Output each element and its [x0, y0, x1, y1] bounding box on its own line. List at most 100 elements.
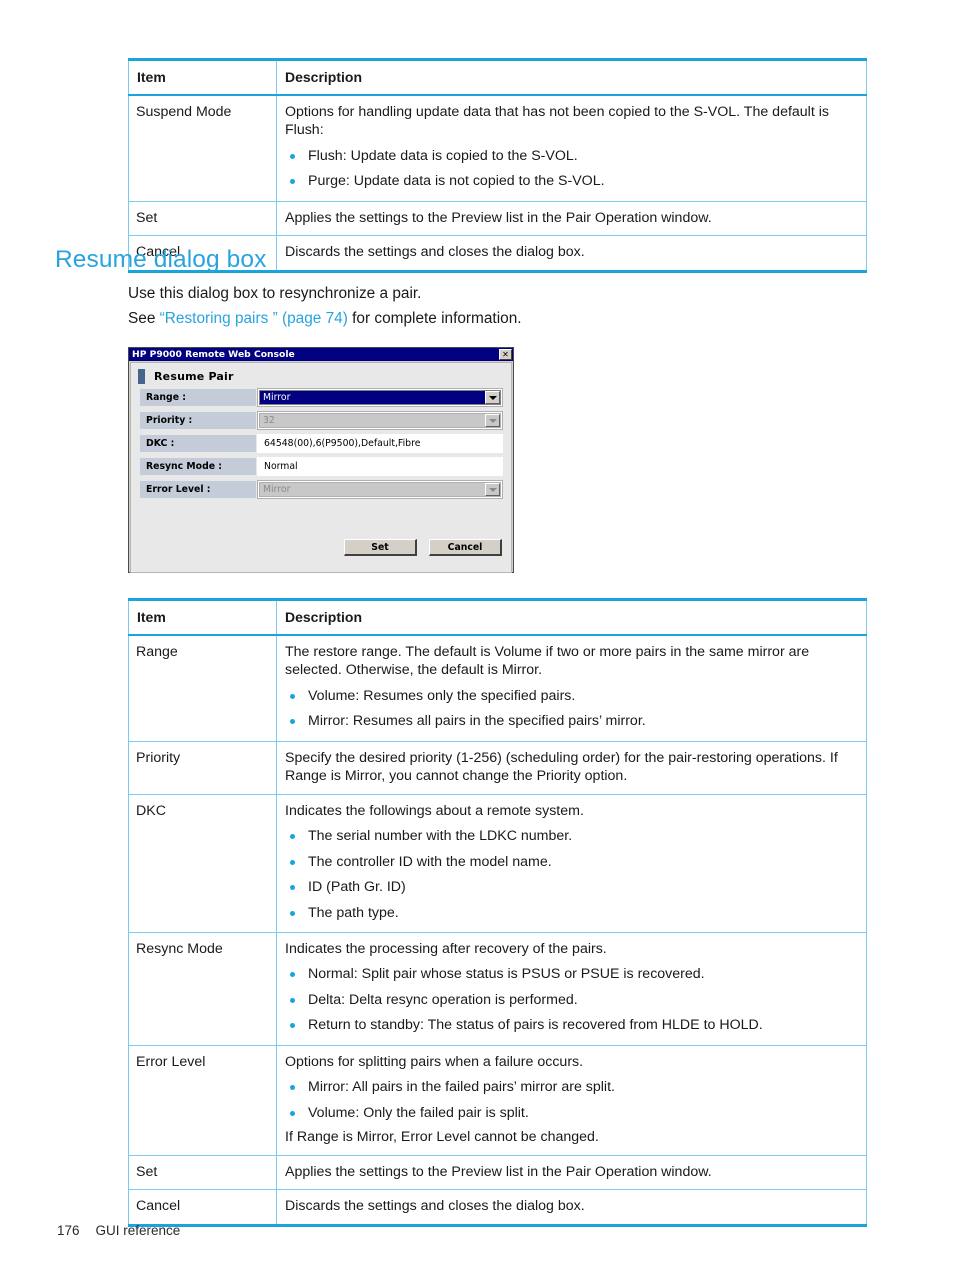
bullet-item: The controller ID with the model name. [285, 853, 858, 871]
dropdown-range[interactable]: Mirror [257, 388, 503, 407]
table-body: Range The restore range. The default is V… [128, 634, 867, 1226]
cancel-button[interactable]: Cancel [429, 539, 502, 556]
bullet-item: Volume: Only the failed pair is split. [285, 1104, 858, 1122]
table-header-row: Item Description [128, 599, 867, 636]
cell-description: Discards the settings and closes the dia… [276, 1189, 867, 1226]
cell-item: Suspend Mode [128, 94, 277, 202]
cell-description: Applies the settings to the Preview list… [276, 200, 867, 237]
field-label: Range : [139, 388, 257, 407]
description-paragraph: Indicates the followings about a remote … [285, 802, 584, 819]
description-paragraph: The restore range. The default is Volume… [285, 644, 810, 679]
cell-item: Cancel [128, 1189, 277, 1226]
suspend-mode-reference-table: Item Description Suspend Mode Options for… [128, 58, 867, 273]
chevron-down-icon [485, 483, 500, 496]
bullet-item: Flush: Update data is copied to the S-VO… [285, 147, 858, 165]
field-label: Error Level : [139, 480, 257, 499]
cell-description: Specify the desired priority (1-256) (sc… [276, 740, 867, 795]
cell-description: Options for splitting pairs when a failu… [276, 1044, 867, 1156]
chevron-down-icon[interactable] [485, 391, 500, 404]
bullet-item: Mirror: Resumes all pairs in the specifi… [285, 712, 858, 730]
cell-description: Options for handling update data that ha… [276, 94, 867, 202]
bullet-item: Normal: Split pair whose status is PSUS … [285, 965, 858, 983]
combo-selected-value: Mirror [260, 391, 485, 404]
description-bullet-list: Normal: Split pair whose status is PSUS … [285, 965, 858, 1034]
description-paragraph: Options for handling update data that ha… [285, 104, 829, 139]
bullet-item: Volume: Resumes only the specified pairs… [285, 687, 858, 705]
table-row: Set Applies the settings to the Preview l… [128, 200, 867, 237]
description-paragraph: Indicates the processing after recovery … [285, 940, 607, 957]
cell-item: Error Level [128, 1044, 277, 1156]
field-label: DKC : [139, 434, 257, 453]
description-bullet-list: The serial number with the LDKC number. T… [285, 827, 858, 922]
table-header: Item Description [128, 59, 867, 96]
field-label: Resync Mode : [139, 457, 257, 476]
table-header: Item Description [128, 599, 867, 636]
description-bullet-list: Volume: Resumes only the specified pairs… [285, 687, 858, 731]
cross-reference-link[interactable]: “Restoring pairs ” (page 74) [160, 310, 348, 327]
dialog-panel-title: Resume Pair [154, 370, 234, 383]
column-header-description: Description [276, 599, 867, 636]
dialog-panel-header: Resume Pair [131, 363, 511, 388]
table-row: Priority Specify the desired priority (1-… [128, 740, 867, 795]
cell-description: Applies the settings to the Preview list… [276, 1154, 867, 1191]
page-number: 176 [57, 1223, 80, 1238]
table-row: Cancel Discards the settings and closes t… [128, 1189, 867, 1226]
dialog-field-row: Error Level : Mirror [139, 480, 503, 499]
table-row: Error Level Options for splitting pairs w… [128, 1044, 867, 1156]
intro-line-1: Use this dialog box to resynchronize a p… [128, 285, 422, 302]
bullet-item: Return to standby: The status of pairs i… [285, 1016, 858, 1034]
page-footer: 176 GUI reference [57, 1223, 180, 1238]
bullet-item: Purge: Update data is not copied to the … [285, 172, 858, 190]
description-paragraph: Applies the settings to the Preview list… [285, 1163, 712, 1180]
description-bullet-list: Mirror: All pairs in the failed pairs’ m… [285, 1078, 858, 1122]
column-header-description: Description [276, 59, 867, 96]
combo-selected-value: Mirror [260, 483, 485, 496]
combo-box[interactable]: Mirror [259, 390, 501, 405]
table-row: Range The restore range. The default is V… [128, 634, 867, 742]
bullet-item: Mirror: All pairs in the failed pairs’ m… [285, 1078, 858, 1096]
dialog-title-bar: HP P9000 Remote Web Console ✕ [129, 348, 513, 361]
set-button[interactable]: Set [344, 539, 417, 556]
resume-dialog-reference-table: Item Description Range The restore range.… [128, 598, 867, 1227]
readonly-resync-mode: Normal [257, 457, 503, 476]
field-value: 64548(00),6(P9500),Default,Fibre [264, 438, 421, 449]
cell-item: Set [128, 200, 277, 237]
table-row: Set Applies the settings to the Preview l… [128, 1154, 867, 1191]
description-paragraph: Options for splitting pairs when a failu… [285, 1053, 584, 1070]
dropdown-error-level: Mirror [257, 480, 503, 499]
column-header-item: Item [128, 59, 277, 96]
resume-pair-dialog: HP P9000 Remote Web Console ✕ Resume Pai… [128, 347, 514, 573]
table-body: Suspend Mode Options for handling update … [128, 94, 867, 272]
cell-description: The restore range. The default is Volume… [276, 634, 867, 742]
field-value: Normal [264, 461, 298, 472]
description-bullet-list: Flush: Update data is copied to the S-VO… [285, 147, 858, 191]
table-row: Resync Mode Indicates the processing afte… [128, 931, 867, 1046]
combo-selected-value: 32 [260, 414, 485, 427]
dialog-button-bar: Set Cancel [344, 539, 502, 556]
close-icon[interactable]: ✕ [499, 349, 512, 360]
cell-item: Resync Mode [128, 931, 277, 1046]
cell-item: Priority [128, 740, 277, 795]
combo-box: 32 [259, 413, 501, 428]
cell-item: Range [128, 634, 277, 742]
bullet-item: The serial number with the LDKC number. [285, 827, 858, 845]
dialog-field-row: DKC : 64548(00),6(P9500),Default,Fibre [139, 434, 503, 453]
bullet-item: The path type. [285, 904, 858, 922]
cell-item: DKC [128, 793, 277, 933]
table-row: DKC Indicates the followings about a remo… [128, 793, 867, 933]
panel-marker-icon [138, 369, 145, 384]
column-header-item: Item [128, 599, 277, 636]
table-header-row: Item Description [128, 59, 867, 96]
cell-description: Indicates the processing after recovery … [276, 931, 867, 1046]
footer-chapter: GUI reference [95, 1223, 181, 1238]
description-paragraph: Applies the settings to the Preview list… [285, 209, 712, 226]
description-paragraph: Discards the settings and closes the dia… [285, 244, 585, 261]
bullet-item: ID (Path Gr. ID) [285, 878, 858, 896]
combo-box: Mirror [259, 482, 501, 497]
cell-description: Discards the settings and closes the dia… [276, 235, 867, 272]
dialog-body: Resume Pair Range : Mirror Priority :32 DKC… [130, 362, 512, 573]
table-row: Suspend Mode Options for handling update … [128, 94, 867, 202]
page-title: Resume dialog box [55, 246, 267, 273]
dialog-field-row: Range : Mirror [139, 388, 503, 407]
bullet-item: Delta: Delta resync operation is perform… [285, 991, 858, 1009]
